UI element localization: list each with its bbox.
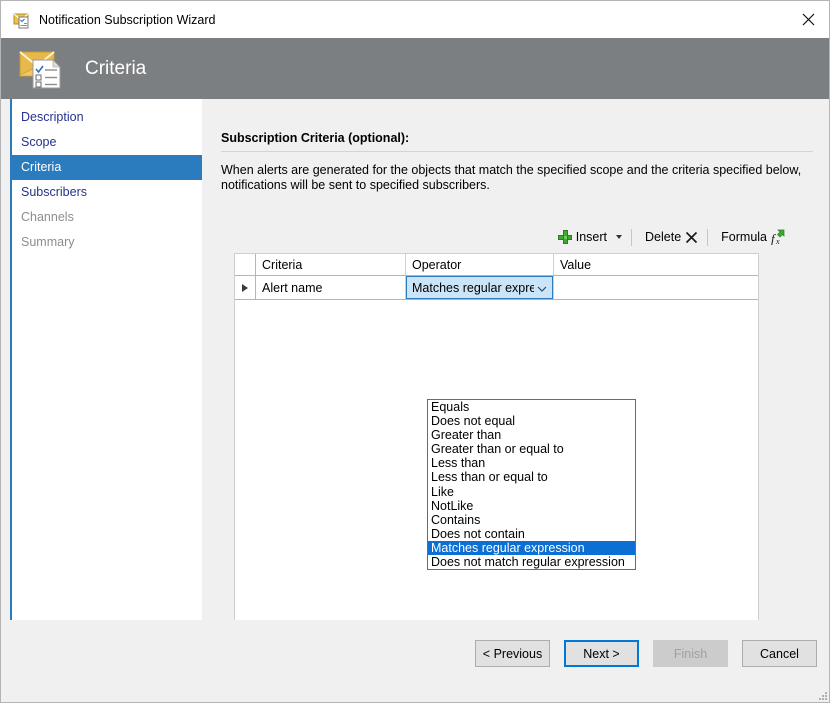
dropdown-option-greater-than[interactable]: Greater than	[428, 428, 635, 442]
dropdown-option-matches-regular-expression[interactable]: Matches regular expression	[428, 540, 635, 556]
wizard-footer: < Previous Next > Finish Cancel	[1, 620, 829, 702]
delete-button[interactable]: Delete	[637, 226, 702, 248]
page-title: Criteria	[85, 57, 147, 79]
dropdown-option-greater-than-or-equal-to[interactable]: Greater than or equal to	[428, 442, 635, 456]
green-plus-icon	[557, 230, 572, 244]
dropdown-option-equals[interactable]: Equals	[428, 400, 635, 414]
footer-button-group: < Previous Next > Finish Cancel	[475, 640, 817, 667]
toolbar-separator	[707, 228, 709, 246]
dropdown-option-less-than-or-equal-to[interactable]: Less than or equal to	[428, 470, 635, 484]
grid-header-value[interactable]: Value	[554, 254, 756, 275]
sidebar-item-criteria[interactable]: Criteria	[12, 155, 202, 180]
section-heading: Subscription Criteria (optional):	[221, 131, 410, 145]
grid-toolbar: Insert Delete Formula f x	[234, 225, 791, 249]
title-bar: Notification Subscription Wizard	[1, 1, 829, 38]
dropdown-option-does-not-contain[interactable]: Does not contain	[428, 527, 635, 541]
toolbar-separator	[631, 228, 633, 246]
grid-header-row: Criteria Operator Value	[235, 254, 758, 276]
dropdown-option-notlike[interactable]: NotLike	[428, 499, 635, 513]
grid-header-criteria[interactable]: Criteria	[256, 254, 406, 275]
dropdown-option-less-than[interactable]: Less than	[428, 456, 635, 470]
cell-operator[interactable]: Matches regular expression	[406, 276, 554, 299]
close-button[interactable]	[785, 1, 829, 37]
delete-button-label: Delete	[645, 230, 682, 244]
resize-grip[interactable]	[817, 690, 828, 701]
wizard-steps-sidebar: Description Scope Criteria Subscribers C…	[10, 99, 202, 620]
grid-header-rowselector	[235, 254, 256, 275]
envelope-document-icon	[13, 11, 31, 29]
sidebar-item-description[interactable]: Description	[12, 105, 202, 130]
next-button[interactable]: Next >	[564, 640, 639, 667]
dropdown-option-does-not-match-regular-expression[interactable]: Does not match regular expression	[428, 555, 635, 569]
wizard-window: Notification Subscription Wizard Criteri…	[0, 0, 830, 703]
sidebar-item-subscribers[interactable]: Subscribers	[12, 180, 202, 205]
cell-criteria[interactable]: Alert name	[256, 276, 406, 299]
wizard-header: Criteria	[1, 38, 829, 99]
wizard-body: Description Scope Criteria Subscribers C…	[1, 99, 829, 676]
cell-value[interactable]	[554, 276, 756, 299]
dropdown-option-like[interactable]: Like	[428, 485, 635, 499]
operator-dropdown-list[interactable]: Equals Does not equal Greater than Great…	[427, 399, 636, 571]
grid-header-operator[interactable]: Operator	[406, 254, 554, 275]
finish-button: Finish	[653, 640, 728, 667]
cancel-button[interactable]: Cancel	[742, 640, 817, 667]
operator-combobox-value: Matches regular expression	[412, 280, 534, 295]
row-current-arrow-icon	[242, 283, 248, 292]
close-icon	[802, 13, 814, 25]
x-icon	[686, 231, 698, 243]
insert-button-label: Insert	[575, 230, 608, 244]
row-selector[interactable]	[235, 276, 256, 299]
svg-text:x: x	[775, 237, 780, 245]
dropdown-option-does-not-equal[interactable]: Does not equal	[428, 414, 635, 428]
fx-green-arrow-icon: f x	[771, 229, 785, 245]
sidebar-item-summary[interactable]: Summary	[12, 230, 202, 255]
section-description: When alerts are generated for the object…	[221, 163, 802, 192]
dropdown-option-contains[interactable]: Contains	[428, 513, 635, 527]
insert-button[interactable]: Insert	[554, 226, 626, 248]
content-pane: Subscription Criteria (optional): When a…	[202, 99, 829, 676]
window-title: Notification Subscription Wizard	[39, 12, 216, 27]
formula-button[interactable]: Formula f x	[713, 226, 791, 248]
operator-combobox[interactable]: Matches regular expression	[406, 276, 553, 299]
chevron-down-icon[interactable]	[537, 284, 547, 294]
criteria-grid-panel: Criteria Operator Value Alert name Match…	[234, 253, 759, 676]
previous-button[interactable]: < Previous	[475, 640, 550, 667]
formula-button-label: Formula	[721, 230, 767, 244]
envelope-checklist-icon	[19, 48, 65, 90]
sidebar-item-scope[interactable]: Scope	[12, 130, 202, 155]
sidebar-item-channels[interactable]: Channels	[12, 205, 202, 230]
chevron-down-icon[interactable]	[616, 235, 623, 239]
section-divider	[221, 151, 813, 152]
criteria-grid: Criteria Operator Value Alert name Match…	[235, 254, 758, 300]
table-row[interactable]: Alert name Matches regular expression	[235, 276, 758, 300]
